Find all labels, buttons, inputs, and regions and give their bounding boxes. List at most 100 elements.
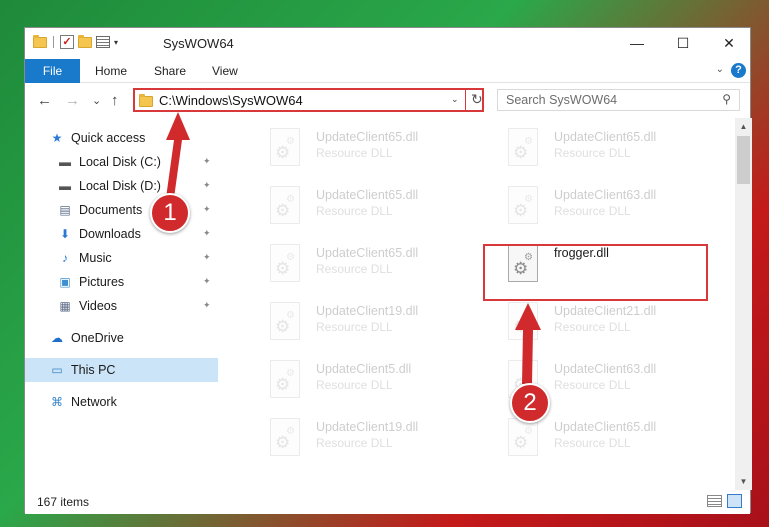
file-item[interactable]: ⚙ ⚙ UpdateClient65.dll Resource DLL <box>242 238 462 290</box>
sidebar-item-pictures[interactable]: ▣ Pictures ✦ <box>25 270 218 294</box>
pin-icon[interactable]: ✦ <box>203 156 211 167</box>
tab-home[interactable]: Home <box>95 59 127 83</box>
details-view-icon[interactable] <box>707 495 722 507</box>
minimize-button[interactable]: — <box>614 28 660 59</box>
step-1-callout: 1 <box>150 193 190 233</box>
address-dropdown-icon[interactable]: ⌄ <box>451 94 459 105</box>
dll-file-icon: ⚙⚙ <box>508 418 538 456</box>
gear-icon: ⚙ <box>524 368 533 379</box>
file-item[interactable]: ⚙ ⚙ UpdateClient65.dll Resource DLL <box>242 122 462 174</box>
sidebar-item-quick-access[interactable]: ★ Quick access <box>25 126 218 150</box>
qat-dropdown-icon[interactable]: ▾ <box>114 38 118 47</box>
tab-file[interactable]: File <box>25 59 80 83</box>
pin-icon[interactable]: ✦ <box>203 276 211 287</box>
file-item[interactable]: ⚙ ⚙ UpdateClient5.dll Resource DLL <box>242 354 462 406</box>
dll-file-icon: ⚙⚙ <box>508 302 538 340</box>
search-icon[interactable]: ⚲ <box>722 92 731 106</box>
file-item[interactable]: ⚙ ⚙ UpdateClient65.dll Resource DLL <box>480 412 700 464</box>
gear-icon: ⚙ <box>286 194 295 205</box>
file-type: Resource DLL <box>554 146 631 160</box>
file-type: Resource DLL <box>554 204 631 218</box>
expand-ribbon-icon[interactable]: ⌄ <box>716 64 724 75</box>
scroll-thumb[interactable] <box>737 136 750 184</box>
file-item[interactable]: ⚙ ⚙ UpdateClient65.dll Resource DLL <box>242 180 462 232</box>
properties-check-icon[interactable]: ✓ <box>60 35 74 49</box>
pin-icon[interactable]: ✦ <box>203 252 211 263</box>
address-bar[interactable]: C:\Windows\SysWOW64 ⌄ ↻ <box>133 88 484 112</box>
ribbon-tabs: File Home Share View ⌄ ? <box>25 59 750 83</box>
dll-file-icon: ⚙⚙ <box>508 186 538 224</box>
pin-icon[interactable]: ✦ <box>203 180 211 191</box>
sidebar-item-music[interactable]: ♪ Music ✦ <box>25 246 218 270</box>
recent-locations-button[interactable]: ⌄ <box>92 94 101 107</box>
new-folder-icon[interactable] <box>78 34 92 48</box>
videos-icon: ▦ <box>59 299 71 313</box>
sidebar-item-label: Pictures <box>79 275 125 289</box>
file-type: Resource DLL <box>554 320 631 334</box>
gear-icon: ⚙ <box>524 194 533 205</box>
dll-file-icon: ⚙⚙ <box>270 418 300 456</box>
tab-share[interactable]: Share <box>154 59 186 83</box>
file-name: UpdateClient65.dll <box>316 130 419 144</box>
gear-icon: ⚙ <box>286 368 295 379</box>
maximize-button[interactable]: ☐ <box>660 28 706 59</box>
explorer-window: ✓ ▾ SysWOW64 — ☐ ✕ File Home Share View … <box>24 27 752 514</box>
status-bar: 167 items <box>25 490 750 514</box>
dll-file-icon: ⚙⚙ <box>270 360 300 398</box>
back-button[interactable]: ← <box>37 92 52 109</box>
help-icon[interactable]: ? <box>731 63 746 78</box>
address-path[interactable]: C:\Windows\SysWOW64 <box>159 93 303 108</box>
folder-icon[interactable] <box>33 34 47 48</box>
file-name: UpdateClient65.dll <box>316 188 419 202</box>
navigation-bar: ← → ⌄ ↑ C:\Windows\SysWOW64 ⌄ ↻ Search S… <box>25 84 750 118</box>
large-icons-view-icon[interactable] <box>727 494 742 508</box>
sidebar-item-local-disk-d[interactable]: ▬ Local Disk (D:) ✦ <box>25 174 218 198</box>
network-icon: ⌘ <box>51 395 63 409</box>
file-type: Resource DLL <box>316 436 393 450</box>
sidebar-item-videos[interactable]: ▦ Videos ✦ <box>25 294 218 318</box>
address-divider <box>465 90 466 110</box>
file-name: UpdateClient5.dll <box>316 362 412 376</box>
download-icon: ⬇ <box>59 227 71 241</box>
item-count: 167 items <box>37 495 90 509</box>
file-item[interactable]: ⚙ ⚙ UpdateClient21.dll Resource DLL <box>480 296 700 348</box>
scroll-down-icon[interactable]: ▼ <box>735 473 752 490</box>
file-type: Resource DLL <box>316 204 393 218</box>
gear-icon: ⚙ <box>286 426 295 437</box>
sidebar-item-local-disk-c[interactable]: ▬ Local Disk (C:) ✦ <box>25 150 218 174</box>
scroll-up-icon[interactable]: ▲ <box>735 118 752 135</box>
pin-icon[interactable]: ✦ <box>203 204 211 215</box>
file-item[interactable]: ⚙ ⚙ UpdateClient19.dll Resource DLL <box>242 412 462 464</box>
file-item[interactable]: ⚙ ⚙ UpdateClient19.dll Resource DLL <box>242 296 462 348</box>
file-name: UpdateClient63.dll <box>554 362 657 376</box>
sidebar-item-label: Videos <box>79 299 117 313</box>
vertical-scrollbar[interactable]: ▲ ▼ <box>735 118 752 490</box>
dll-file-icon: ⚙⚙ <box>270 128 300 166</box>
search-input[interactable]: Search SysWOW64 ⚲ <box>497 89 740 111</box>
gear-icon: ⚙ <box>524 310 533 321</box>
sidebar-item-this-pc[interactable]: ▭ This PC <box>25 358 218 382</box>
sidebar-item-label: Local Disk (C:) <box>79 155 161 169</box>
tab-view[interactable]: View <box>212 59 238 83</box>
up-button[interactable]: ↑ <box>111 92 119 109</box>
file-item[interactable]: ⚙⚙ UpdateClient63.dll Resource DLL <box>480 180 700 232</box>
file-type: Resource DLL <box>316 320 393 334</box>
close-button[interactable]: ✕ <box>706 28 752 59</box>
search-placeholder: Search SysWOW64 <box>506 93 618 107</box>
file-type: Resource DLL <box>316 146 393 160</box>
pin-icon[interactable]: ✦ <box>203 228 211 239</box>
sidebar-item-network[interactable]: ⌘ Network <box>25 390 218 414</box>
file-name: UpdateClient21.dll <box>554 304 657 318</box>
sidebar-item-downloads[interactable]: ⬇ Downloads ✦ <box>25 222 218 246</box>
forward-button[interactable]: → <box>65 92 80 109</box>
pin-icon[interactable]: ✦ <box>203 300 211 311</box>
file-item[interactable]: ⚙ ⚙ UpdateClient65.dll Resource DLL <box>480 122 700 174</box>
sidebar-item-onedrive[interactable]: ☁ OneDrive <box>25 326 218 350</box>
sidebar-item-label: Documents <box>79 203 143 217</box>
file-type: Resource DLL <box>316 262 393 276</box>
refresh-icon[interactable]: ↻ <box>471 91 483 108</box>
dll-file-icon: ⚙⚙ <box>508 128 538 166</box>
pictures-icon: ▣ <box>59 275 71 289</box>
customize-view-icon[interactable] <box>96 36 110 48</box>
star-icon: ★ <box>51 131 63 145</box>
